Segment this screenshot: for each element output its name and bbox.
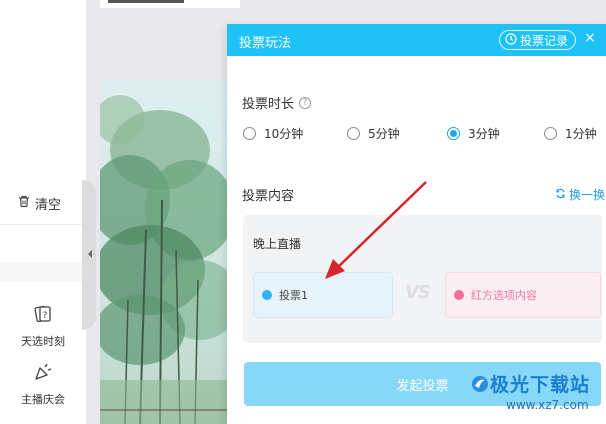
lucky-card-icon: ? <box>34 304 52 327</box>
refresh-icon <box>555 188 566 202</box>
duration-option-label: 1分钟 <box>565 127 597 141</box>
party-popper-icon <box>33 362 53 385</box>
radio-circle <box>347 127 360 140</box>
duration-option-10min[interactable]: 10分钟 <box>243 125 303 142</box>
duration-option-3min[interactable]: 3分钟 <box>447 125 500 142</box>
tool-anchor-celebration[interactable]: 主播庆会 <box>0 362 86 407</box>
vote-topic[interactable]: 晚上直播 <box>253 235 301 252</box>
option-red-placeholder: 红方选项内容 <box>471 289 537 302</box>
tool-lucky-moment[interactable]: ? 天选时刻 <box>0 304 86 349</box>
top-thumbnail-strip <box>100 0 240 8</box>
watermark-logo-icon <box>470 374 490 397</box>
start-vote-label: 发起投票 <box>396 378 449 394</box>
help-icon[interactable]: ? <box>299 96 312 109</box>
duration-label: 投票时长 <box>242 97 295 112</box>
vote-record-button[interactable]: 投票记录 <box>499 30 577 50</box>
option-red-input[interactable]: 红方选项内容 <box>445 272 601 318</box>
duration-option-label: 5分钟 <box>368 127 400 141</box>
duration-option-label: 3分钟 <box>468 127 500 141</box>
vs-label: VS <box>405 282 431 303</box>
trash-icon <box>18 195 30 212</box>
duration-option-5min[interactable]: 5分钟 <box>347 125 400 142</box>
option-blue-text: 投票1 <box>279 289 308 302</box>
duration-option-label: 10分钟 <box>264 127 304 141</box>
vote-content-box: 晚上直播 投票1 VS 红方选项内容 <box>243 215 602 343</box>
content-label: 投票内容 <box>242 189 295 204</box>
vote-record-label: 投票记录 <box>520 33 569 48</box>
tool-lucky-moment-label: 天选时刻 <box>21 335 65 348</box>
duration-option-1min[interactable]: 1分钟 <box>544 125 597 142</box>
sidebar-spacer <box>0 262 86 282</box>
radio-circle <box>243 127 256 140</box>
collapse-arrow-icon <box>88 250 92 258</box>
tool-anchor-celebration-label: 主播庆会 <box>21 393 65 406</box>
content-section: 投票内容 <box>242 185 294 204</box>
pink-dot-icon <box>454 290 464 300</box>
sidebar-divider <box>0 224 86 225</box>
radio-circle <box>544 127 557 140</box>
duration-section: 投票时长 ? <box>242 93 312 112</box>
close-button[interactable]: × <box>584 30 596 46</box>
svg-text:?: ? <box>43 311 48 321</box>
dialog-title: 投票玩法 <box>239 36 292 51</box>
dialog-header: 投票玩法 投票记录 × <box>227 24 606 56</box>
background-painting <box>100 80 230 424</box>
watermark: 极光下载站 www.xz7.com <box>470 370 606 424</box>
clear-button[interactable]: 清空 <box>18 194 61 213</box>
watermark-name: 极光下载站 <box>490 374 591 396</box>
thumbnail <box>108 0 184 3</box>
clear-label: 清空 <box>35 198 62 213</box>
swap-label: 换一换 <box>569 188 606 202</box>
left-sidebar: 清空 ? 天选时刻 主播庆会 <box>0 0 86 424</box>
watermark-url: www.xz7.com <box>506 398 589 412</box>
blue-dot-icon <box>262 290 272 300</box>
radio-circle-selected <box>447 127 460 140</box>
option-blue-input[interactable]: 投票1 <box>253 272 393 318</box>
swap-button[interactable]: 换一换 <box>555 186 605 203</box>
vote-dialog: 投票玩法 投票记录 × 投票时长 ? 10分钟 5分钟 3分钟 1分钟 投票内容… <box>227 24 606 424</box>
duration-options: 10分钟 5分钟 3分钟 1分钟 <box>243 125 606 143</box>
clock-icon <box>505 32 517 48</box>
sidebar-collapse-handle[interactable] <box>82 180 96 330</box>
